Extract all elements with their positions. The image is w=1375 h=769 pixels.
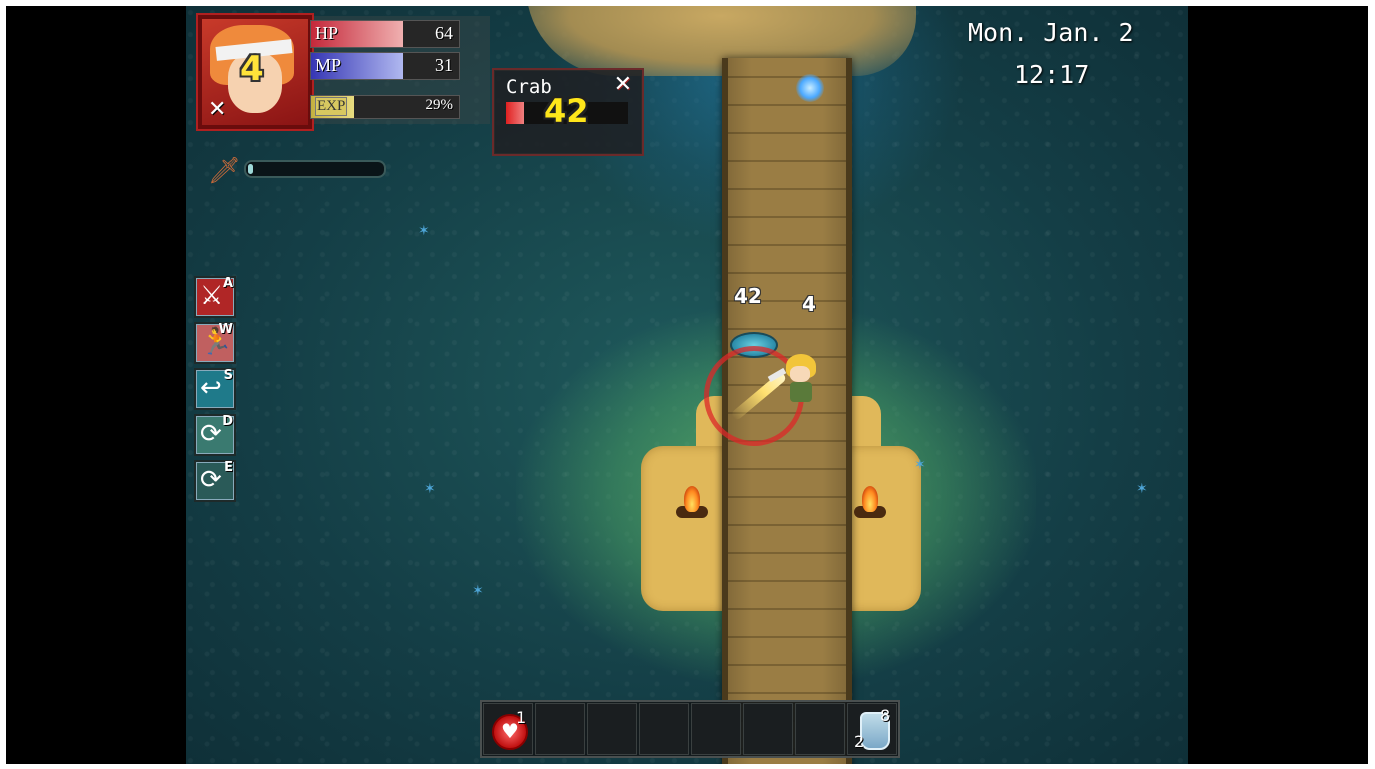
player-level: 4	[240, 49, 264, 89]
fire-icon	[862, 486, 878, 512]
crossed-swords-icon[interactable]: ✕	[614, 72, 632, 97]
item-sub-count: 2	[854, 732, 865, 751]
campfire[interactable]	[674, 486, 710, 522]
return-arrow-icon: ↩	[200, 373, 222, 403]
sparkle-icon: ✶	[472, 583, 484, 599]
player-face	[790, 366, 810, 382]
hotbar-slot[interactable]: ♥ 1	[483, 703, 533, 755]
weapon-charge-bar	[244, 160, 386, 178]
blue-orb[interactable]	[796, 74, 824, 102]
hotbar-slot[interactable]: 8 2	[847, 703, 897, 755]
enemy-hp-fill	[506, 102, 525, 124]
exp-value: 29%	[425, 97, 454, 113]
cycle-icon: ⟳	[200, 419, 222, 449]
date-display: Mon. Jan. 2	[968, 18, 1134, 47]
skill-attack[interactable]: ⚔ A	[194, 276, 236, 318]
item-count: 8	[880, 706, 891, 725]
crossed-swords-icon: ✕	[208, 97, 227, 122]
cycle-icon: ⟳	[200, 465, 222, 495]
skill-cycle-d[interactable]: ⟳ D	[194, 414, 236, 456]
item-count: 1	[516, 708, 527, 727]
exp-label: EXP	[315, 97, 348, 116]
mp-bar: MP 31	[310, 52, 460, 80]
enemy-target-panel: Crab ✕ 42	[492, 68, 644, 156]
sparkle-icon: ✶	[914, 457, 926, 473]
player-level-float: 4	[802, 292, 816, 316]
hotbar-slot[interactable]	[587, 703, 637, 755]
exp-bar: EXP 29%	[310, 95, 460, 119]
hp-value: 64	[435, 23, 453, 43]
charge-fill	[248, 164, 254, 174]
sparkle-icon: ✶	[1136, 481, 1148, 497]
fire-icon	[684, 486, 700, 512]
north-shore	[526, 6, 916, 76]
mp-value: 31	[435, 55, 453, 75]
island-sand-left	[641, 446, 726, 611]
hotbar-slot[interactable]	[691, 703, 741, 755]
campfire[interactable]	[852, 486, 888, 522]
skill-key: E	[224, 460, 233, 475]
game-window: ✶ ✶ ✶ ✶ ✶ 42 4 4 ✕ HP 64 MP 31 EXP 29% 🗡…	[6, 6, 1368, 764]
hotbar-slot[interactable]	[639, 703, 689, 755]
player-body	[790, 382, 812, 402]
skill-dash[interactable]: 🏃 W	[194, 322, 236, 364]
hp-label: HP	[315, 23, 339, 43]
game-viewport[interactable]: ✶ ✶ ✶ ✶ ✶ 42 4 4 ✕ HP 64 MP 31 EXP 29% 🗡…	[186, 6, 1188, 764]
sparkle-icon: ✶	[418, 223, 430, 239]
skill-key: D	[222, 414, 233, 429]
skill-key: A	[222, 276, 233, 291]
hotbar-slot[interactable]	[535, 703, 585, 755]
hp-bar: HP 64	[310, 20, 460, 48]
enemy-level-float: 42	[734, 284, 762, 308]
sword-icon: 🗡	[208, 156, 242, 186]
sparkle-icon: ✶	[424, 481, 436, 497]
time-display: 12:17	[1014, 60, 1090, 89]
enemy-level: 42	[544, 92, 589, 130]
skill-key: S	[223, 368, 233, 383]
skill-cycle-e[interactable]: ⟳ E	[194, 460, 236, 502]
hotbar-slot[interactable]	[795, 703, 845, 755]
skill-return[interactable]: ↩ S	[194, 368, 236, 410]
item-hotbar: ♥ 1 8 2	[480, 700, 900, 758]
sword-icon: ⚔	[200, 281, 224, 311]
mp-label: MP	[315, 55, 342, 75]
player-portrait[interactable]: 4 ✕	[198, 15, 312, 129]
hotbar-slot[interactable]	[743, 703, 793, 755]
skill-key: W	[218, 322, 233, 337]
player-character[interactable]	[767, 354, 820, 406]
